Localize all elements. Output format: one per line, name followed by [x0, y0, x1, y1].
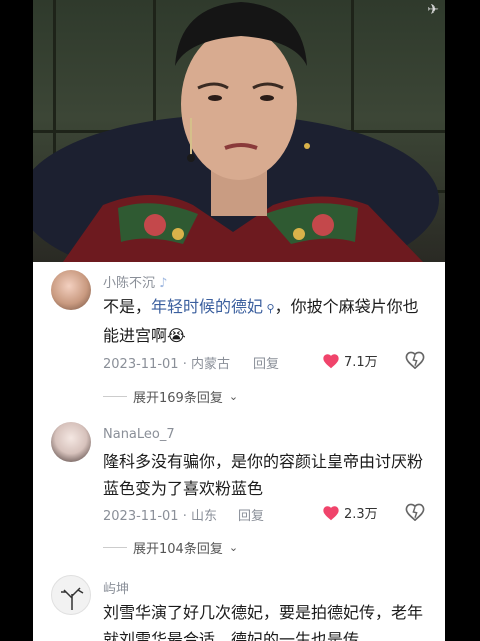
comment-list: 小陈不沉 ♪ 不是，年轻时候的德妃 ⚲，你披个麻袋片你也能进宫啊😭 2023-1… — [33, 262, 445, 641]
app-frame: ✈ 小陈不沉 ♪ 不是，年轻时候的德妃 ⚲，你披个麻袋片你也能进宫啊😭 2023… — [33, 0, 445, 641]
comment-meta: 2023-11-01 · 内蒙古 — [103, 357, 230, 372]
chevron-down-icon: ⌄ — [228, 390, 239, 403]
like-button[interactable]: 2.3万 — [322, 503, 378, 522]
comment-text: 不是，年轻时候的德妃 ⚲，你披个麻袋片你也能进宫啊😭 — [103, 297, 419, 345]
avatar[interactable] — [51, 270, 91, 310]
comment-meta: 2023-11-01 · 山东 — [103, 509, 217, 524]
reply-button[interactable]: 回复 — [253, 353, 279, 372]
dislike-icon[interactable] — [405, 351, 425, 369]
video-frame-figure — [33, 2, 439, 262]
comment-text: 隆科多没有骗你，是你的容颜让皇帝由讨厌粉蓝色变为了喜欢粉蓝色 — [103, 452, 424, 498]
dislike-icon[interactable] — [405, 503, 425, 521]
heart-icon — [323, 505, 339, 520]
comment-username[interactable]: 小陈不沉 ♪ — [103, 272, 167, 291]
expand-replies-button[interactable]: 展开104条回复 ⌄ — [103, 538, 238, 557]
video-player[interactable]: ✈ — [33, 0, 445, 262]
avatar[interactable] — [51, 575, 91, 615]
heart-icon — [323, 353, 339, 368]
expand-replies-button[interactable]: 展开169条回复 ⌄ — [103, 387, 238, 406]
tree-icon — [61, 587, 84, 610]
emoji: 😭 — [167, 326, 186, 345]
divider — [103, 547, 127, 548]
search-link[interactable]: 年轻时候的德妃 ⚲ — [151, 297, 275, 316]
comment-username[interactable]: NanaLeo_7 — [103, 427, 175, 442]
avatar[interactable] — [51, 422, 91, 462]
comment-username[interactable]: 屿坤 — [103, 578, 129, 597]
divider — [103, 396, 127, 397]
chevron-down-icon: ⌄ — [228, 541, 239, 554]
watermark-icon: ✈ — [427, 2, 439, 18]
like-button[interactable]: 7.1万 — [322, 351, 378, 370]
comment-text: 刘雪华演了好几次德妃，要是拍德妃传，老年就刘雪华最合适，德妃的一生也是传 — [103, 603, 424, 641]
reply-button[interactable]: 回复 — [238, 505, 264, 524]
